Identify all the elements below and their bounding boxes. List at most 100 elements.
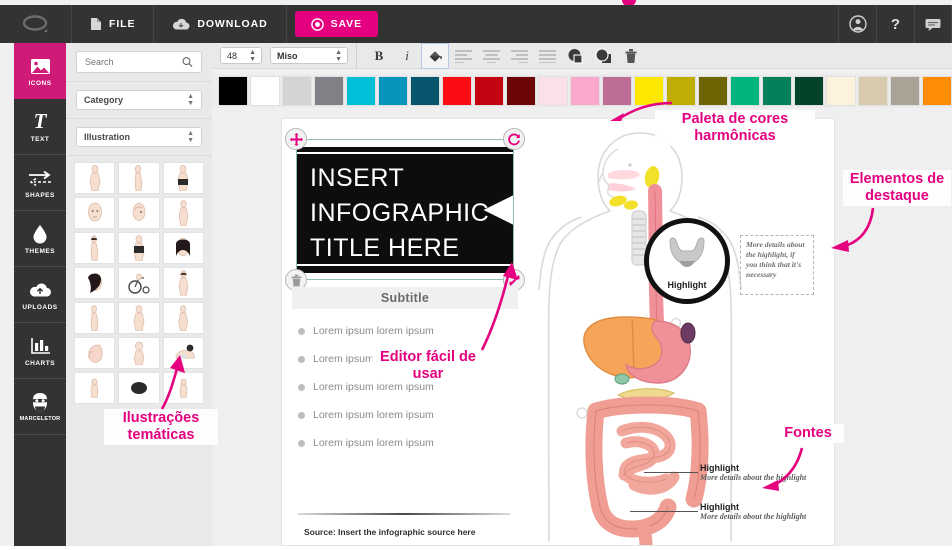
- illustration-thumbnail[interactable]: [162, 232, 204, 264]
- align-left-button[interactable]: [449, 43, 477, 69]
- file-menu-button[interactable]: FILE: [72, 5, 155, 43]
- align-justify-button[interactable]: [533, 43, 561, 69]
- type-section: Illustration ▲ ▼: [66, 119, 212, 156]
- download-button[interactable]: DOWNLOAD: [154, 5, 287, 43]
- help-button[interactable]: ?: [876, 5, 914, 43]
- font-size-stepper[interactable]: 48 ▲ ▼: [220, 47, 262, 64]
- color-swatch-1[interactable]: [250, 76, 280, 106]
- user-account-icon: [848, 15, 867, 33]
- color-swatch-18[interactable]: [794, 76, 824, 106]
- annotation-palette: Paleta de cores harmônicas: [655, 110, 815, 146]
- rail-item-marceletor[interactable]: MARCELETOR: [14, 379, 66, 435]
- bring-front-button[interactable]: [561, 43, 589, 69]
- digestive-system-illustration[interactable]: Highlight More details about the highlig…: [522, 125, 832, 550]
- color-swatch-2[interactable]: [282, 76, 312, 106]
- icons-library-panel: Category ▲▼ Illustration ▲▼: [66, 43, 212, 546]
- resize-diagonal-icon: [508, 274, 520, 286]
- align-right-button[interactable]: [505, 43, 533, 69]
- callout-1[interactable]: Highlight More details about the highlig…: [700, 463, 810, 483]
- bullet-item[interactable]: Lorem ipsum lorem ipsum: [298, 401, 514, 429]
- illustration-thumbnail[interactable]: [118, 372, 160, 404]
- canvas-workspace[interactable]: INSERT INFOGRAPHIC TITLE HERE Subtitle L…: [212, 110, 952, 550]
- user-account-button[interactable]: [838, 5, 876, 43]
- color-swatch-20[interactable]: [858, 76, 888, 106]
- illustration-thumbnail[interactable]: [74, 267, 116, 299]
- color-swatch-14[interactable]: [666, 76, 696, 106]
- rail-item-shapes[interactable]: SHAPES: [14, 155, 66, 211]
- annotation-illustrations-text: Ilustrações temáticas: [122, 410, 200, 443]
- color-swatch-3[interactable]: [314, 76, 344, 106]
- color-swatch-22[interactable]: [922, 76, 952, 106]
- chevron-updown-icon: ▲ ▼: [249, 48, 256, 63]
- color-swatch-15[interactable]: [698, 76, 728, 106]
- color-swatch-7[interactable]: [442, 76, 472, 106]
- color-swatch-10[interactable]: [538, 76, 568, 106]
- rail-item-themes[interactable]: THEMES: [14, 211, 66, 267]
- illustration-thumbnail[interactable]: [118, 197, 160, 229]
- font-family-select[interactable]: Miso ▲ ▼: [270, 47, 348, 64]
- move-handle[interactable]: [285, 128, 307, 150]
- chat-button[interactable]: [914, 5, 952, 43]
- rail-item-text[interactable]: T TEXT: [14, 99, 66, 155]
- color-swatch-9[interactable]: [506, 76, 536, 106]
- illustration-thumbnail[interactable]: [162, 337, 204, 369]
- italic-button[interactable]: i: [393, 43, 421, 69]
- app-logo[interactable]: [0, 5, 72, 43]
- infographic-page[interactable]: INSERT INFOGRAPHIC TITLE HERE Subtitle L…: [281, 118, 835, 550]
- illustration-thumbnail[interactable]: [118, 162, 160, 194]
- move-cross-icon: [289, 132, 303, 146]
- color-swatch-4[interactable]: [346, 76, 376, 106]
- color-swatch-21[interactable]: [890, 76, 920, 106]
- title-text-object[interactable]: INSERT INFOGRAPHIC TITLE HERE: [285, 128, 525, 291]
- illustration-thumbnail[interactable]: [118, 337, 160, 369]
- color-swatch-8[interactable]: [474, 76, 504, 106]
- illustration-thumbnail[interactable]: [74, 372, 116, 404]
- search-box[interactable]: [76, 51, 202, 73]
- illustration-thumbnail[interactable]: [118, 302, 160, 334]
- category-select[interactable]: Category ▲ ▼: [76, 90, 202, 110]
- illustration-thumbnail[interactable]: [162, 302, 204, 334]
- callout-line-2: [630, 511, 698, 512]
- save-button[interactable]: SAVE: [294, 11, 378, 37]
- illustration-thumbnail[interactable]: [74, 162, 116, 194]
- align-center-button[interactable]: [477, 43, 505, 69]
- illustration-thumbnail[interactable]: [162, 267, 204, 299]
- illustration-thumbnail[interactable]: [162, 162, 204, 194]
- highlight-note[interactable]: More details about the highlight, if you…: [740, 235, 814, 295]
- illustration-thumbnail[interactable]: [74, 232, 116, 264]
- illustration-thumbnail[interactable]: [74, 337, 116, 369]
- bold-button[interactable]: B: [365, 43, 393, 69]
- delete-button[interactable]: [617, 43, 645, 69]
- highlight-circle[interactable]: Highlight: [644, 218, 730, 304]
- rail-item-icons[interactable]: ICONS: [14, 43, 72, 99]
- color-swatch-0[interactable]: [218, 76, 248, 106]
- annotation-illustrations: Ilustrações temáticas: [104, 409, 218, 445]
- color-swatch-16[interactable]: [730, 76, 760, 106]
- illustration-thumbnail[interactable]: [74, 197, 116, 229]
- layer-back-icon: [594, 47, 611, 63]
- file-menu-label: FILE: [109, 18, 136, 30]
- bullet-item[interactable]: Lorem ipsum lorem ipsum: [298, 317, 514, 345]
- rail-item-uploads[interactable]: UPLOADS: [14, 267, 66, 323]
- illustration-thumbnail[interactable]: [118, 232, 160, 264]
- top-header-bar: FILE DOWNLOAD SAVE ?: [0, 5, 952, 43]
- bullet-item[interactable]: Lorem ipsum lorem ipsum: [298, 429, 514, 457]
- search-input[interactable]: [85, 57, 183, 67]
- color-swatch-13[interactable]: [634, 76, 664, 106]
- annotation-editor-text: Editor fácil de usar: [380, 349, 476, 382]
- illustration-select[interactable]: Illustration ▲ ▼: [76, 127, 202, 147]
- illustration-thumbnail[interactable]: [74, 302, 116, 334]
- send-back-button[interactable]: [589, 43, 617, 69]
- illustration-thumbnail[interactable]: [162, 372, 204, 404]
- callout-2[interactable]: Highlight More details about the highlig…: [700, 502, 810, 522]
- color-swatch-12[interactable]: [602, 76, 632, 106]
- rail-item-charts[interactable]: CHARTS: [14, 323, 66, 379]
- illustration-thumbnail[interactable]: [118, 267, 160, 299]
- color-swatch-11[interactable]: [570, 76, 600, 106]
- color-swatch-17[interactable]: [762, 76, 792, 106]
- fill-color-button[interactable]: [421, 42, 449, 69]
- color-swatch-5[interactable]: [378, 76, 408, 106]
- color-swatch-6[interactable]: [410, 76, 440, 106]
- color-swatch-19[interactable]: [826, 76, 856, 106]
- illustration-thumbnail[interactable]: [162, 197, 204, 229]
